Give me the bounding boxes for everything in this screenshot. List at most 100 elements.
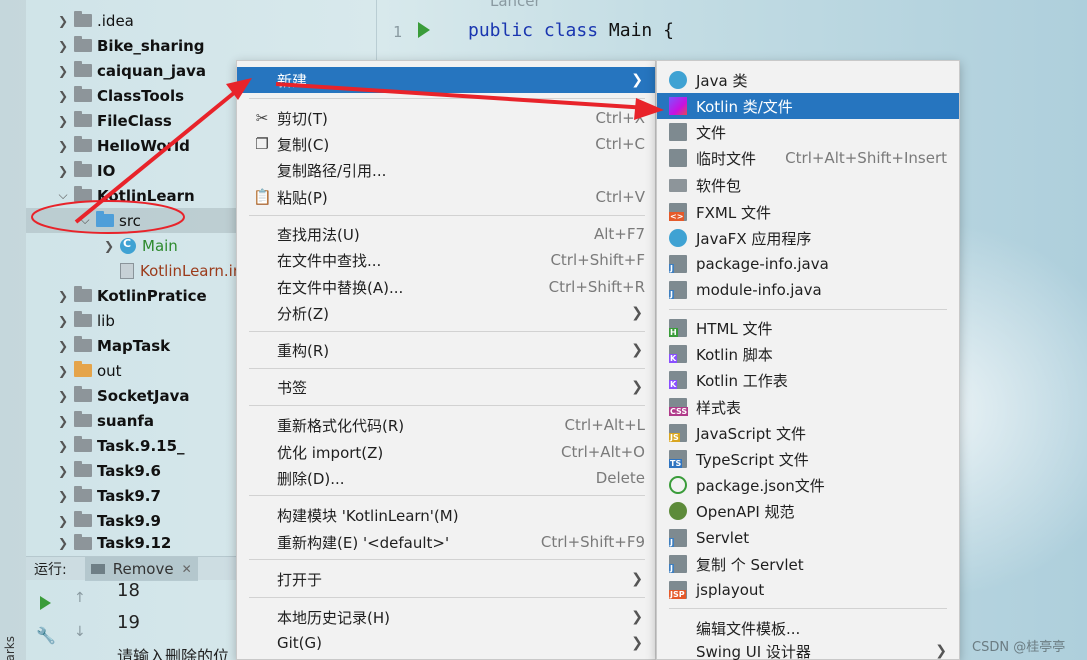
menu-item-paste[interactable]: 📋 粘贴(P) Ctrl+V: [237, 184, 655, 210]
submenu-item-scratch[interactable]: 临时文件 Ctrl+Alt+Shift+Insert: [657, 145, 959, 171]
submenu-item-java-class[interactable]: Java 类: [657, 67, 959, 93]
chevron-right-icon[interactable]: ❯: [56, 114, 70, 128]
servlet-icon: J: [669, 529, 687, 547]
folder-icon: [74, 461, 92, 477]
arrow-up-icon[interactable]: ↑: [74, 590, 86, 606]
chevron-right-icon[interactable]: ❯: [56, 164, 70, 178]
submenu-item-javascript[interactable]: JS JavaScript 文件: [657, 420, 959, 446]
kotlin-worksheet-icon: K: [669, 371, 687, 389]
submenu-item-swing-designer[interactable]: Swing UI 设计器 ❯: [657, 641, 959, 660]
chevron-right-icon[interactable]: ❯: [56, 414, 70, 428]
chevron-right-icon[interactable]: ❯: [56, 64, 70, 78]
shortcut: Ctrl+Shift+F: [550, 251, 645, 269]
menu-item-rebuild[interactable]: 重新构建(E) '<default>' Ctrl+Shift+F9: [237, 529, 655, 555]
submenu-item-typescript[interactable]: TS TypeScript 文件: [657, 446, 959, 472]
menu-item-label: 文件: [696, 123, 727, 142]
submenu-item-javafx[interactable]: JavaFX 应用程序: [657, 225, 959, 251]
chevron-down-icon[interactable]: ⌵: [56, 188, 70, 203]
chevron-right-icon: ❯: [631, 72, 643, 88]
chevron-right-icon[interactable]: ❯: [56, 39, 70, 53]
tree-item-label: lib: [97, 311, 115, 330]
menu-item-bookmarks[interactable]: 书签 ❯: [237, 374, 655, 400]
chevron-right-icon[interactable]: ❯: [56, 139, 70, 153]
ts-file-icon: TS: [669, 450, 687, 468]
chevron-right-icon[interactable]: ❯: [56, 389, 70, 403]
chevron-right-icon[interactable]: ❯: [56, 339, 70, 353]
code-keyword: public: [468, 20, 534, 41]
chevron-right-icon[interactable]: ❯: [56, 489, 70, 503]
chevron-right-icon[interactable]: ❯: [102, 239, 116, 253]
submenu-item-fxml[interactable]: <> FXML 文件: [657, 199, 959, 225]
submenu-item-servlet[interactable]: J Servlet: [657, 525, 959, 551]
chevron-right-icon[interactable]: ❯: [56, 464, 70, 478]
chevron-right-icon[interactable]: ❯: [56, 14, 70, 28]
close-icon[interactable]: ✕: [182, 562, 192, 576]
chevron-down-icon[interactable]: ⌵: [78, 213, 92, 228]
tree-item-label: KotlinLearn.iml: [140, 261, 252, 280]
tree-item[interactable]: ❯ Bike_sharing: [56, 33, 406, 58]
chevron-right-icon[interactable]: ❯: [56, 439, 70, 453]
menu-item-reformat[interactable]: 重新格式化代码(R) Ctrl+Alt+L: [237, 412, 655, 438]
menu-item-replace-in-files[interactable]: 在文件中替换(A)... Ctrl+Shift+R: [237, 274, 655, 300]
chevron-right-icon[interactable]: ❯: [56, 289, 70, 303]
chevron-right-icon[interactable]: ❯: [56, 364, 70, 378]
folder-icon: [74, 61, 92, 77]
chevron-right-icon: ❯: [631, 635, 643, 651]
menu-item-copy-path[interactable]: 复制路径/引用...: [237, 157, 655, 183]
run-tool-header: 运行: Remove ✕: [26, 556, 250, 581]
tree-item-label: MapTask: [97, 336, 171, 355]
run-tab[interactable]: Remove ✕: [84, 556, 198, 581]
submenu-item-html[interactable]: H HTML 文件: [657, 315, 959, 341]
copy-icon: ❐: [255, 135, 269, 153]
submenu-item-kotlin-worksheet[interactable]: K Kotlin 工作表: [657, 367, 959, 393]
submenu-item-package[interactable]: 软件包: [657, 172, 959, 198]
chevron-right-icon[interactable]: ❯: [56, 314, 70, 328]
tree-item-label: .idea: [97, 11, 134, 30]
wrench-icon[interactable]: 🔧: [36, 626, 56, 645]
submenu-item-stylesheet[interactable]: CSS 样式表: [657, 394, 959, 420]
menu-item-delete[interactable]: 删除(D)... Delete: [237, 465, 655, 491]
arrow-down-icon[interactable]: ↓: [74, 624, 86, 640]
menu-item-optimize-imports[interactable]: 优化 import(Z) Ctrl+Alt+O: [237, 439, 655, 465]
submenu-item-kotlin-class[interactable]: Kotlin 类/文件: [657, 93, 959, 119]
chevron-right-icon[interactable]: ❯: [56, 514, 70, 528]
menu-item-open-in[interactable]: 打开于 ❯: [237, 566, 655, 592]
folder-icon: [74, 533, 92, 550]
menu-item-new[interactable]: 新建 ❯: [237, 67, 655, 93]
run-label: 运行:: [34, 561, 67, 578]
menu-item-find-in-files[interactable]: 在文件中查找... Ctrl+Shift+F: [237, 247, 655, 273]
code-line[interactable]: public class Main {: [468, 20, 674, 41]
tree-item[interactable]: ❯ .idea: [56, 8, 406, 33]
submenu-item-module-info[interactable]: Jmodule-info.java: [657, 277, 959, 303]
menu-item-label: 样式表: [696, 398, 742, 417]
menu-item-label: jsplayout: [696, 581, 765, 599]
chevron-right-icon[interactable]: ❯: [56, 89, 70, 103]
submenu-item-kotlin-script[interactable]: K Kotlin 脚本: [657, 341, 959, 367]
chevron-right-icon[interactable]: ❯: [56, 536, 70, 550]
submenu-item-edit-templates[interactable]: 编辑文件模板...: [657, 615, 959, 641]
submenu-item-jsplayout[interactable]: JSP jsplayout: [657, 577, 959, 603]
submenu-item-copy-servlet[interactable]: J 复制 个 Servlet: [657, 551, 959, 577]
menu-item-local-history[interactable]: 本地历史记录(H) ❯: [237, 604, 655, 630]
menu-item-refactor[interactable]: 重构(R) ❯: [237, 337, 655, 363]
nodejs-icon: [669, 476, 687, 494]
rerun-icon[interactable]: [40, 596, 51, 610]
folder-icon: [74, 136, 92, 152]
menu-item-copy[interactable]: ❐ 复制(C) Ctrl+C: [237, 131, 655, 157]
submenu-item-file[interactable]: 文件: [657, 119, 959, 145]
menu-item-find-usages[interactable]: 查找用法(U) Alt+F7: [237, 221, 655, 247]
submenu-item-package-info[interactable]: Jpackage-info.java: [657, 251, 959, 277]
run-toolbar: 🔧: [26, 582, 62, 660]
menu-item-label: 查找用法(U): [277, 225, 360, 244]
submenu-item-package-json[interactable]: package.json文件: [657, 472, 959, 498]
menu-item-git[interactable]: Git(G) ❯: [237, 630, 655, 656]
run-gutter-icon[interactable]: [418, 22, 430, 38]
menu-item-label: 重构(R): [277, 341, 330, 360]
submenu-item-openapi[interactable]: OpenAPI 规范: [657, 498, 959, 524]
folder-icon: [74, 336, 92, 352]
menu-item-label: 优化 import(Z): [277, 443, 384, 462]
menu-item-build-module[interactable]: 构建模块 'KotlinLearn'(M): [237, 502, 655, 528]
menu-item-cut[interactable]: ✂ 剪切(T) Ctrl+X: [237, 105, 655, 131]
bookmarks-side-label[interactable]: arks: [3, 636, 17, 660]
menu-item-analyze[interactable]: 分析(Z) ❯: [237, 300, 655, 326]
